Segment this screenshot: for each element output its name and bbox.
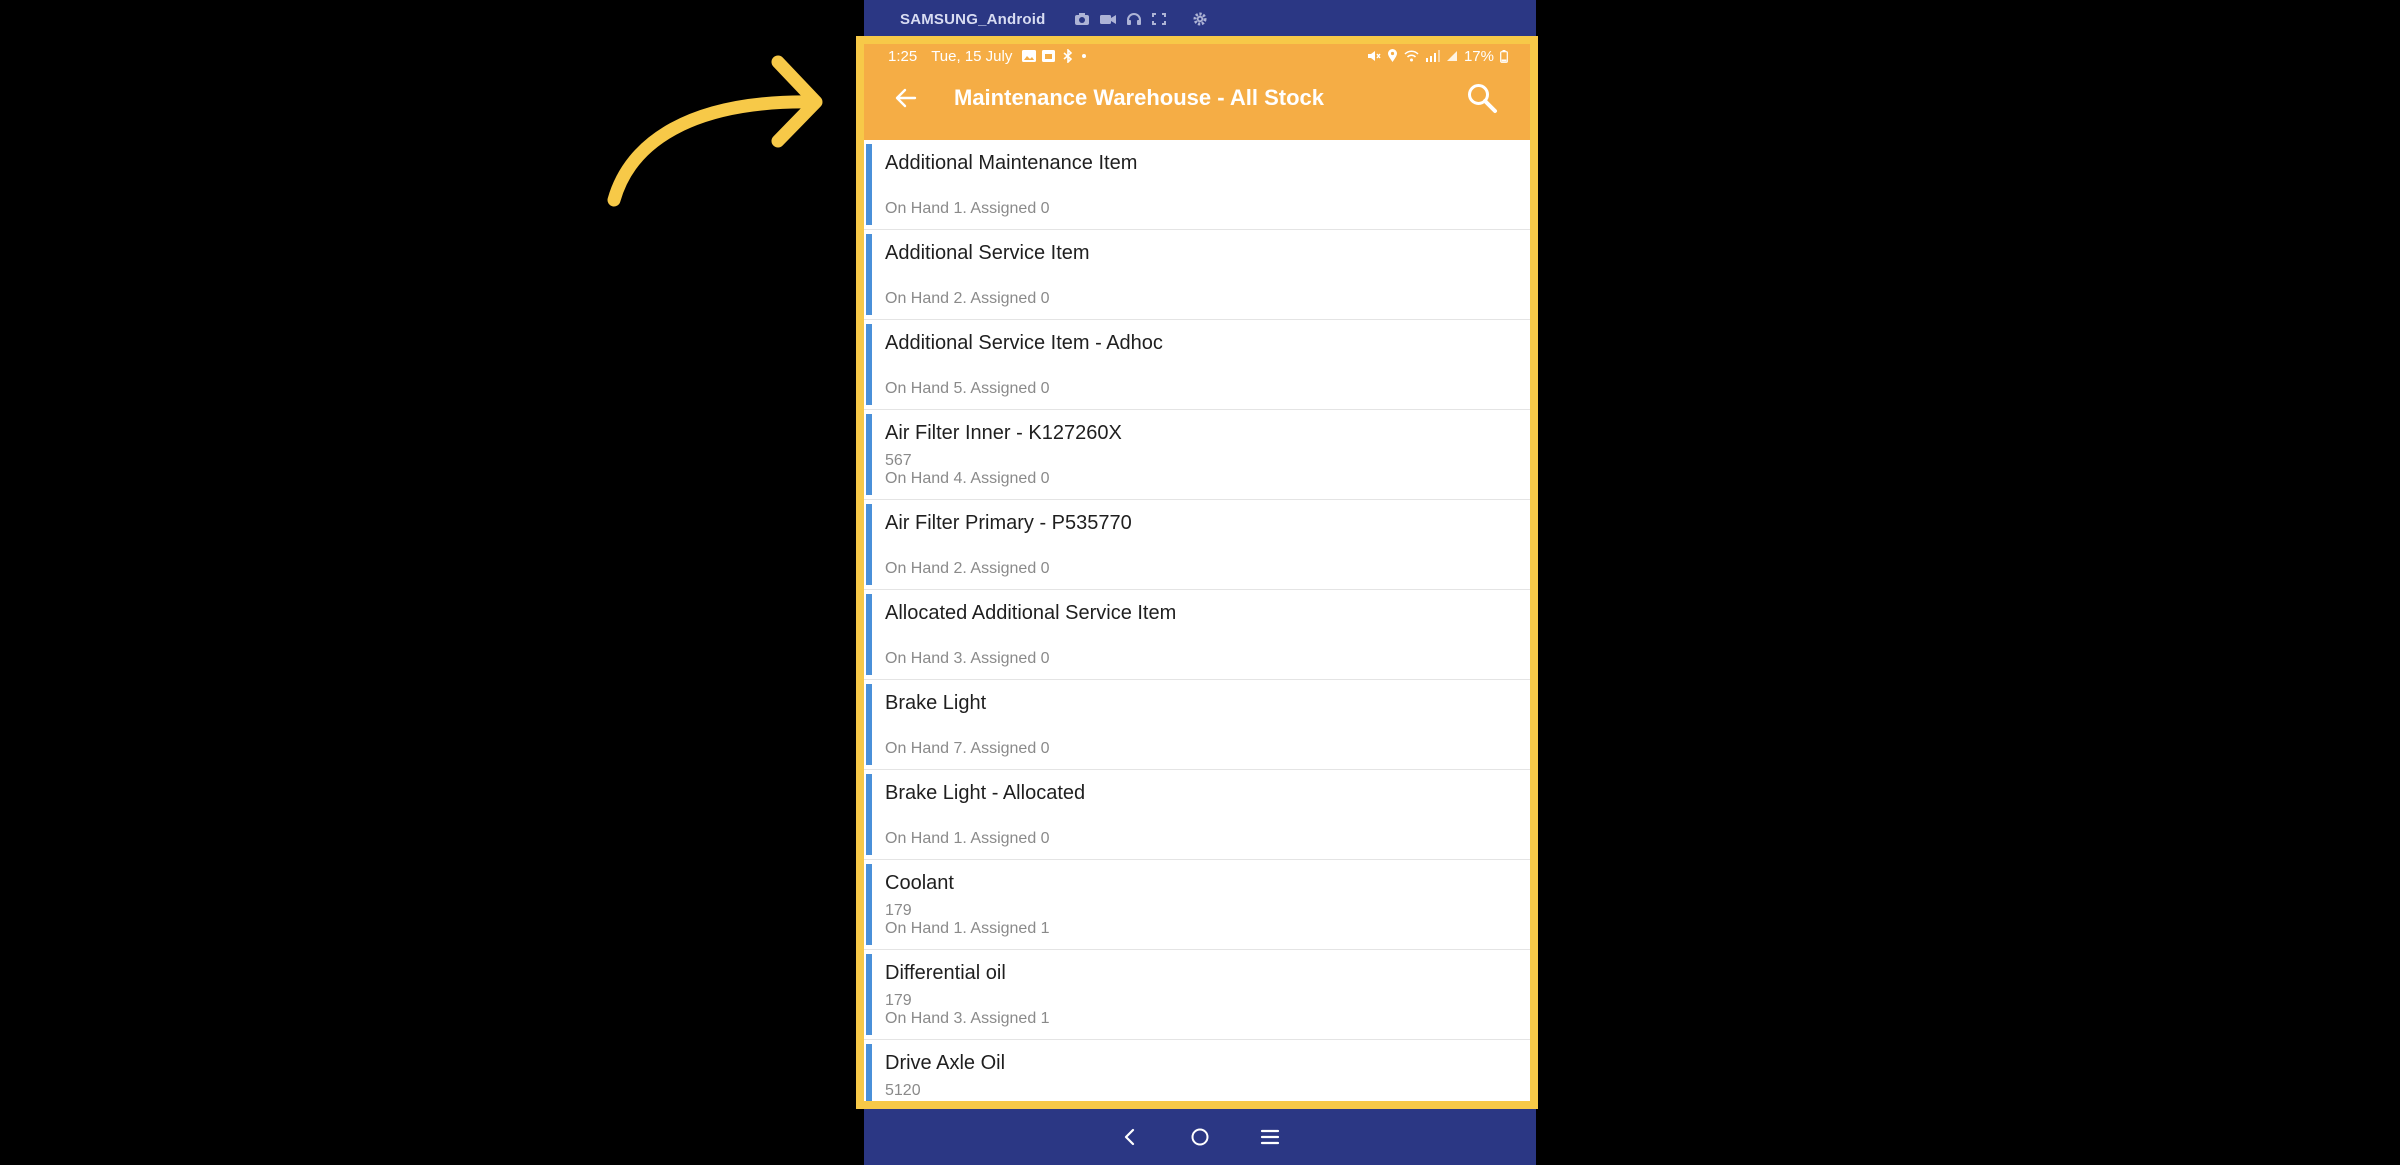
stock-list-item[interactable]: Coolant 179 On Hand 1. Assigned 1 xyxy=(864,860,1530,950)
dot-indicator-icon xyxy=(1082,54,1087,58)
phone-screen: 1:25 Tue, 15 July 17% Maintenance Wareho… xyxy=(864,44,1530,1101)
item-stock: On Hand 3. Assigned 1 xyxy=(885,1010,1050,1027)
status-notification-icons xyxy=(1022,49,1087,63)
menu-lines-icon xyxy=(1260,1129,1280,1145)
chevron-left-icon xyxy=(1124,1128,1135,1146)
stage: SAMSUNG_Android 1:25 Tue, 15 July 17% Ma… xyxy=(0,0,2400,1165)
stock-list-item[interactable]: Brake Light - Allocated On Hand 1. Assign… xyxy=(864,770,1530,860)
nav-home-button[interactable] xyxy=(1187,1124,1213,1150)
nav-recents-button[interactable] xyxy=(1257,1124,1283,1150)
video-icon[interactable] xyxy=(1099,12,1117,26)
headphones-icon[interactable] xyxy=(1126,12,1142,26)
nav-back-button[interactable] xyxy=(1117,1124,1143,1150)
home-circle-icon xyxy=(1191,1128,1209,1146)
item-accent-bar xyxy=(866,774,872,855)
item-accent-bar xyxy=(866,414,872,495)
item-name: Air Filter Inner - K127260X xyxy=(885,422,1122,444)
camera-icon[interactable] xyxy=(1074,12,1090,26)
item-name: Brake Light xyxy=(885,692,987,714)
device-toolbar xyxy=(1074,11,1208,27)
item-stock: On Hand 1. Assigned 0 xyxy=(885,830,1050,847)
status-date: Tue, 15 July xyxy=(931,47,1013,65)
wifi-icon xyxy=(1404,50,1419,62)
item-stock: On Hand 1. Assigned 0 xyxy=(885,200,1050,217)
stock-list-item[interactable]: Brake Light On Hand 7. Assigned 0 xyxy=(864,680,1530,770)
page-title: Maintenance Warehouse - All Stock xyxy=(954,85,1325,110)
stock-list-item[interactable]: Allocated Additional Service Item On Hand… xyxy=(864,590,1530,680)
item-stock: On Hand 3. Assigned 0 xyxy=(885,650,1050,667)
signal-icon xyxy=(1425,50,1440,62)
search-icon xyxy=(1468,84,1497,113)
item-stock: On Hand 5. Assigned 0 xyxy=(885,380,1050,397)
stock-list-item[interactable]: Additional Service Item On Hand 2. Assign… xyxy=(864,230,1530,320)
pointer-arrow-icon xyxy=(607,55,823,207)
stock-list-item[interactable]: Air Filter Primary - P535770 On Hand 2. A… xyxy=(864,500,1530,590)
item-name: Coolant xyxy=(885,872,954,894)
mute-icon xyxy=(1367,51,1381,61)
item-stock: On Hand 2. Assigned 0 xyxy=(885,290,1050,307)
item-name: Additional Maintenance Item xyxy=(885,152,1138,174)
item-accent-bar xyxy=(866,684,872,765)
location-icon xyxy=(1387,49,1397,62)
toolbar: Maintenance Warehouse - All Stock xyxy=(864,68,1530,128)
item-name: Additional Service Item - Adhoc xyxy=(885,332,1163,354)
android-nav-bar xyxy=(864,1109,1536,1165)
stock-list-item[interactable]: Drive Axle Oil 5120 xyxy=(864,1040,1530,1101)
item-stock: On Hand 2. Assigned 0 xyxy=(885,560,1050,577)
item-accent-bar xyxy=(866,594,872,675)
item-name: Additional Service Item xyxy=(885,242,1090,264)
stock-list-item[interactable]: Air Filter Inner - K127260X 567 On Hand 4.… xyxy=(864,410,1530,500)
stock-list-item[interactable]: Additional Service Item - Adhoc On Hand 5… xyxy=(864,320,1530,410)
item-name: Differential oil xyxy=(885,962,1006,984)
item-accent-bar xyxy=(866,144,872,225)
stock-list-item[interactable]: Additional Maintenance Item On Hand 1. As… xyxy=(864,140,1530,230)
device-name: SAMSUNG_Android xyxy=(900,10,1046,28)
app-bar: 1:25 Tue, 15 July 17% Maintenance Wareho… xyxy=(864,44,1530,140)
item-code: 5120 xyxy=(885,1082,921,1099)
item-code: 179 xyxy=(885,992,912,1009)
item-accent-bar xyxy=(866,504,872,585)
item-name: Drive Axle Oil xyxy=(885,1052,1006,1074)
status-time: 1:25 xyxy=(888,47,918,65)
image-notification-icon xyxy=(1022,50,1037,62)
settings-icon[interactable] xyxy=(1192,11,1208,27)
item-accent-bar xyxy=(866,864,872,945)
back-button[interactable] xyxy=(886,78,926,118)
item-accent-bar xyxy=(866,234,872,315)
item-stock: On Hand 4. Assigned 0 xyxy=(885,470,1050,487)
stock-list: Additional Maintenance Item On Hand 1. As… xyxy=(864,140,1530,1101)
item-name: Allocated Additional Service Item xyxy=(885,602,1177,624)
status-bar: 1:25 Tue, 15 July 17% xyxy=(864,44,1530,68)
signal-secondary-icon xyxy=(1446,51,1457,61)
back-arrow-icon xyxy=(895,88,917,108)
battery-icon xyxy=(1500,49,1508,63)
device-titlebar: SAMSUNG_Android xyxy=(864,0,1536,38)
battery-percentage: 17% xyxy=(1463,47,1494,65)
item-accent-bar xyxy=(866,324,872,405)
item-accent-bar xyxy=(866,1044,872,1101)
item-code: 179 xyxy=(885,902,912,919)
item-name: Brake Light - Allocated xyxy=(885,782,1086,804)
status-system-icons: 17% xyxy=(1367,48,1508,65)
bluetooth-tools-icon xyxy=(1063,49,1073,63)
item-name: Air Filter Primary - P535770 xyxy=(885,512,1132,534)
item-code: 567 xyxy=(885,452,912,469)
stock-list-item[interactable]: Differential oil 179 On Hand 3. Assigned 1 xyxy=(864,950,1530,1040)
item-accent-bar xyxy=(866,954,872,1035)
item-stock: On Hand 7. Assigned 0 xyxy=(885,740,1050,757)
fullscreen-icon[interactable] xyxy=(1151,12,1167,26)
search-button[interactable] xyxy=(1460,76,1504,120)
item-stock: On Hand 1. Assigned 1 xyxy=(885,920,1050,937)
calendar-notification-icon xyxy=(1042,50,1056,62)
